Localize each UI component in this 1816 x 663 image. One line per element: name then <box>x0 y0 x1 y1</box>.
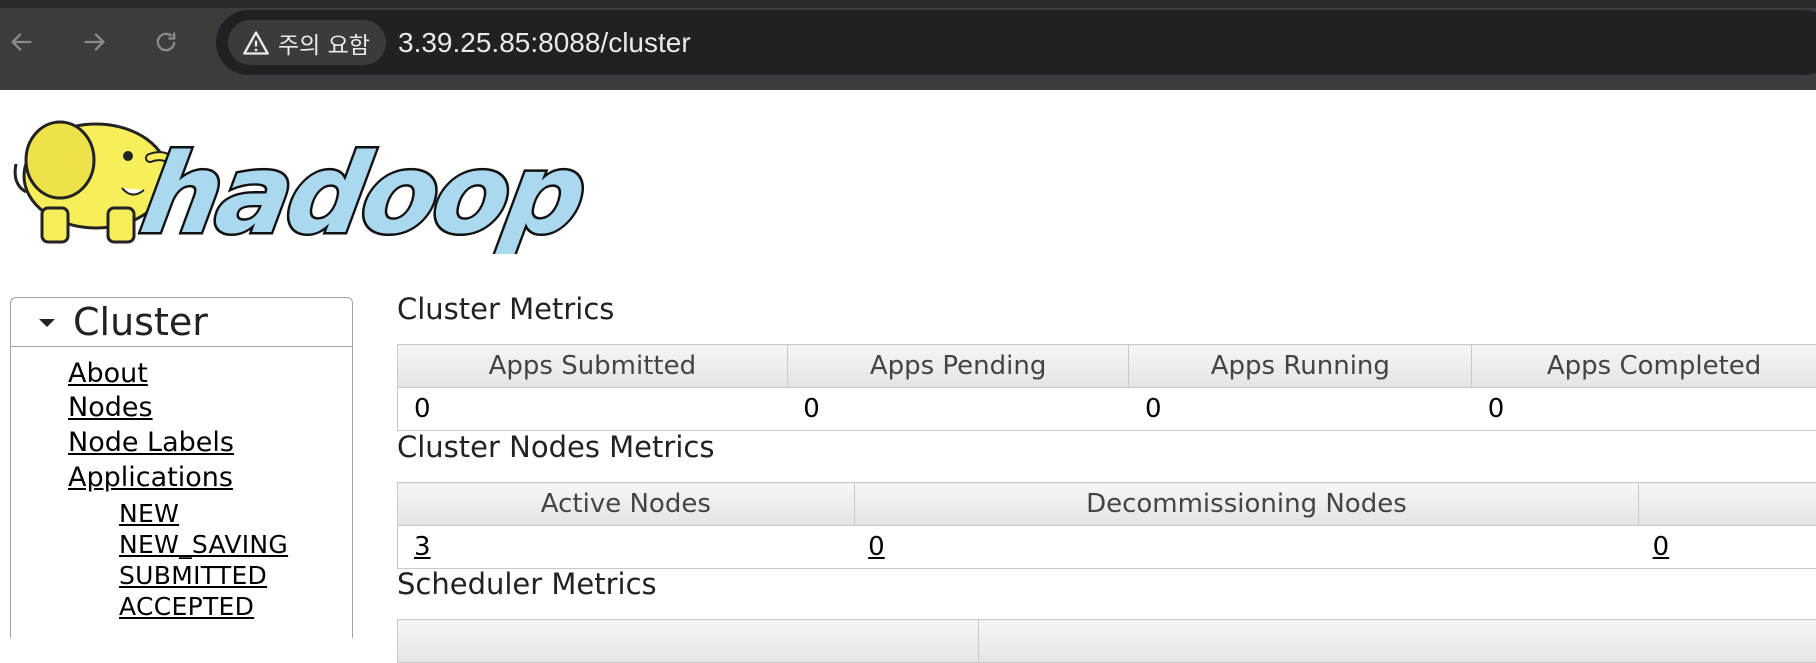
table-row: 0 0 0 0 <box>398 388 1816 431</box>
column-header[interactable]: Apps Submitted <box>398 345 788 388</box>
scheduler-metrics-title: Scheduler Metrics <box>397 567 657 601</box>
decommissioned-nodes-link[interactable]: 0 <box>1653 532 1670 562</box>
cluster-nodes-metrics-title: Cluster Nodes Metrics <box>397 430 714 464</box>
warning-label: 주의 요함 <box>278 26 370 60</box>
sidebar-link-state-submitted[interactable]: SUBMITTED <box>119 561 267 590</box>
warning-icon <box>242 29 270 57</box>
sidebar-link-state-new-saving[interactable]: NEW_SAVING <box>119 530 288 559</box>
table-cell: 0 <box>1639 526 1816 569</box>
column-header[interactable]: Apps Completed <box>1472 345 1816 388</box>
table-header-row: Active Nodes Decommissioning Nodes <box>398 483 1816 526</box>
table-cell: 0 <box>854 526 1638 569</box>
reload-button[interactable] <box>146 22 186 62</box>
security-warning-chip[interactable]: 주의 요함 <box>228 20 386 65</box>
table-cell: 0 <box>1472 388 1816 431</box>
table-header-row: Apps Submitted Apps Pending Apps Running… <box>398 345 1816 388</box>
scheduler-metrics-table <box>397 619 1816 663</box>
sidebar-title: Cluster <box>73 300 208 344</box>
active-nodes-link[interactable]: 3 <box>414 532 431 562</box>
table-cell: 0 <box>1129 388 1472 431</box>
cluster-nodes-metrics-table: Active Nodes Decommissioning Nodes 3 0 0 <box>397 482 1816 569</box>
collapse-triangle-icon[interactable] <box>39 319 55 327</box>
sidebar-link-node-labels[interactable]: Node Labels <box>68 427 234 458</box>
browser-toolbar: 주의 요함 3.39.25.85:8088/cluster <box>0 0 1816 90</box>
column-header[interactable]: Active Nodes <box>398 483 855 526</box>
sidebar-link-state-new[interactable]: NEW <box>119 499 179 528</box>
column-header[interactable] <box>1639 483 1816 526</box>
table-cell: 0 <box>787 388 1129 431</box>
reload-icon <box>152 28 180 56</box>
column-header[interactable]: Decommissioning Nodes <box>854 483 1638 526</box>
column-header[interactable] <box>978 620 1816 663</box>
table-header-row <box>398 620 1816 663</box>
arrow-right-icon <box>80 28 108 56</box>
hadoop-wordmark: hadoop <box>133 131 593 254</box>
tab-strip <box>0 0 1816 8</box>
sidebar-header[interactable]: Cluster <box>11 298 352 347</box>
sidebar-link-about[interactable]: About <box>68 358 148 389</box>
table-cell: 0 <box>398 388 788 431</box>
column-header[interactable]: Apps Pending <box>787 345 1129 388</box>
cluster-metrics-title: Cluster Metrics <box>397 292 614 326</box>
column-header[interactable] <box>398 620 979 663</box>
cluster-metrics-table: Apps Submitted Apps Pending Apps Running… <box>397 344 1816 431</box>
hadoop-logo[interactable]: hadoop <box>10 104 610 254</box>
sidebar-link-state-accepted[interactable]: ACCEPTED <box>119 592 254 621</box>
url-text[interactable]: 3.39.25.85:8088/cluster <box>398 10 691 75</box>
sidebar-link-applications[interactable]: Applications <box>68 462 233 493</box>
address-bar[interactable]: 주의 요함 3.39.25.85:8088/cluster <box>216 10 1816 75</box>
table-cell: 3 <box>398 526 855 569</box>
back-button[interactable] <box>2 22 42 62</box>
sidebar-link-nodes[interactable]: Nodes <box>68 392 153 423</box>
cluster-sidebar: Cluster About Nodes Node Labels Applicat… <box>10 297 353 638</box>
decommissioning-nodes-link[interactable]: 0 <box>868 532 885 562</box>
arrow-left-icon <box>8 28 36 56</box>
column-header[interactable]: Apps Running <box>1129 345 1472 388</box>
forward-button[interactable] <box>74 22 114 62</box>
table-row: 3 0 0 <box>398 526 1816 569</box>
